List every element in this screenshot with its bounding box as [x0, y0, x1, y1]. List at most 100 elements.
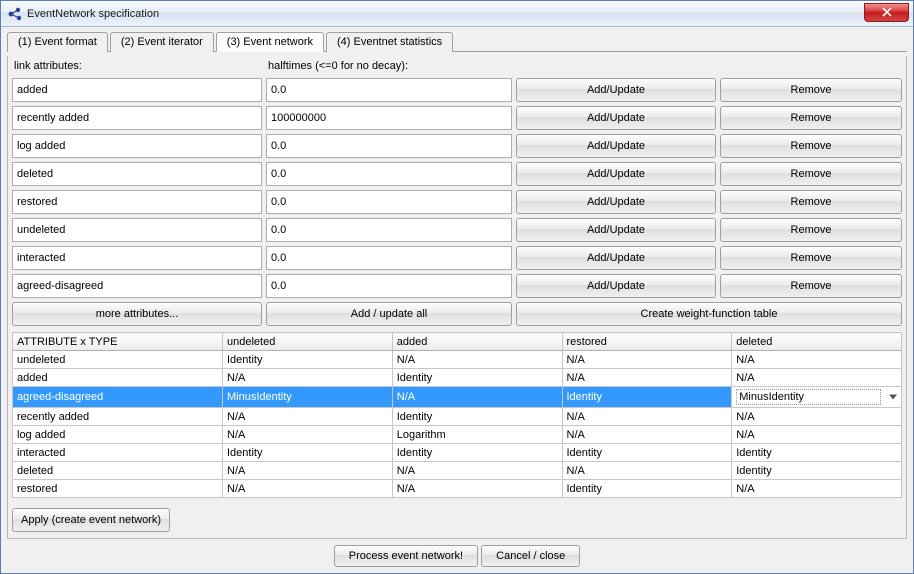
remove-button[interactable]: Remove [720, 190, 902, 214]
table-cell[interactable]: N/A [392, 351, 562, 369]
table-cell[interactable]: Identity [392, 444, 562, 462]
attribute-name-cell: deleted [12, 162, 262, 186]
remove-button[interactable]: Remove [720, 246, 902, 270]
halftime-input[interactable] [266, 218, 512, 242]
table-cell[interactable]: Identity [732, 444, 902, 462]
add-update-button[interactable]: Add/Update [516, 190, 716, 214]
table-row[interactable]: undeletedIdentityN/AN/AN/A [13, 351, 902, 369]
halftime-input[interactable] [266, 106, 512, 130]
table-cell[interactable]: N/A [562, 408, 732, 426]
table-cell[interactable]: N/A [223, 426, 393, 444]
table-cell[interactable]: N/A [223, 462, 393, 480]
attribute-row: deleted Add/UpdateRemove [12, 162, 902, 186]
halftime-input[interactable] [266, 246, 512, 270]
table-cell[interactable]: N/A [732, 369, 902, 387]
attribute-row: interacted Add/UpdateRemove [12, 246, 902, 270]
remove-button[interactable]: Remove [720, 106, 902, 130]
table-cell[interactable]: N/A [732, 351, 902, 369]
table-row-header[interactable]: log added [13, 426, 223, 444]
remove-button[interactable]: Remove [720, 218, 902, 242]
table-cell[interactable]: N/A [562, 426, 732, 444]
table-cell[interactable]: N/A [562, 369, 732, 387]
table-cell[interactable]: Identity [562, 480, 732, 498]
table-row[interactable]: agreed-disagreedMinusIdentityN/AIdentity… [13, 387, 902, 408]
add-update-button[interactable]: Add/Update [516, 246, 716, 270]
table-cell[interactable]: MinusIdentity [223, 387, 393, 408]
table-cell[interactable]: N/A [392, 387, 562, 408]
tab-event-network[interactable]: (3) Event network [216, 32, 324, 52]
table-cell[interactable]: N/A [392, 480, 562, 498]
close-icon [882, 6, 892, 20]
tab-event-format[interactable]: (1) Event format [7, 32, 108, 52]
table-col-header[interactable]: added [392, 333, 562, 351]
table-row[interactable]: interactedIdentityIdentityIdentityIdenti… [13, 444, 902, 462]
close-button[interactable] [864, 3, 909, 22]
dialog-footer: Process event network! Cancel / close [7, 545, 907, 567]
add-update-button[interactable]: Add/Update [516, 218, 716, 242]
tab-eventnet-statistics[interactable]: (4) Eventnet statistics [326, 32, 453, 52]
attribute-row: recently addedAdd/UpdateRemove [12, 106, 902, 130]
table-cell[interactable]: Identity [223, 444, 393, 462]
table-row[interactable]: restoredN/AN/AIdentityN/A [13, 480, 902, 498]
remove-button[interactable]: Remove [720, 162, 902, 186]
remove-button[interactable]: Remove [720, 274, 902, 298]
add-update-button[interactable]: Add/Update [516, 134, 716, 158]
halftime-input[interactable] [266, 162, 512, 186]
halftime-input[interactable] [266, 274, 512, 298]
table-row[interactable]: log addedN/ALogarithmN/AN/A [13, 426, 902, 444]
halftime-input[interactable] [266, 78, 512, 102]
table-row-header[interactable]: added [13, 369, 223, 387]
table-cell[interactable]: N/A [562, 462, 732, 480]
apply-button[interactable]: Apply (create event network) [12, 508, 170, 532]
table-cell[interactable]: N/A [562, 351, 732, 369]
table-row[interactable]: addedN/AIdentityN/AN/A [13, 369, 902, 387]
table-row[interactable]: recently addedN/AIdentityN/AN/A [13, 408, 902, 426]
process-button[interactable]: Process event network! [334, 545, 478, 567]
halftime-input[interactable] [266, 190, 512, 214]
weight-function-table[interactable]: ATTRIBUTE x TYPE undeleted added restore… [12, 332, 902, 498]
table-cell[interactable]: Identity [223, 351, 393, 369]
create-weight-table-button[interactable]: Create weight-function table [516, 302, 902, 326]
table-cell[interactable]: N/A [732, 408, 902, 426]
table-row[interactable]: deletedN/AN/AN/AIdentity [13, 462, 902, 480]
table-corner-header[interactable]: ATTRIBUTE x TYPE [13, 333, 223, 351]
table-cell[interactable]: N/A [392, 462, 562, 480]
weight-function-combo[interactable]: MinusIdentity [732, 387, 902, 408]
cancel-button[interactable]: Cancel / close [481, 545, 580, 567]
table-col-header[interactable]: undeleted [223, 333, 393, 351]
table-row-header[interactable]: restored [13, 480, 223, 498]
attribute-name-cell: interacted [12, 246, 262, 270]
table-row-header[interactable]: recently added [13, 408, 223, 426]
more-attributes-button[interactable]: more attributes... [12, 302, 262, 326]
table-col-header[interactable]: restored [562, 333, 732, 351]
table-row-header[interactable]: agreed-disagreed [13, 387, 223, 408]
halftime-input[interactable] [266, 134, 512, 158]
table-col-header[interactable]: deleted [732, 333, 902, 351]
tab-event-iterator[interactable]: (2) Event iterator [110, 32, 214, 52]
table-cell[interactable]: N/A [732, 426, 902, 444]
table-row-header[interactable]: undeleted [13, 351, 223, 369]
remove-button[interactable]: Remove [720, 134, 902, 158]
table-cell[interactable]: Identity [562, 444, 732, 462]
table-row-header[interactable]: interacted [13, 444, 223, 462]
attribute-row: undeletedAdd/UpdateRemove [12, 218, 902, 242]
table-cell[interactable]: Identity [732, 462, 902, 480]
attribute-row: agreed-disagreedAdd/UpdateRemove [12, 274, 902, 298]
add-update-button[interactable]: Add/Update [516, 106, 716, 130]
table-cell[interactable]: N/A [223, 408, 393, 426]
table-cell[interactable]: N/A [732, 480, 902, 498]
add-update-button[interactable]: Add/Update [516, 162, 716, 186]
table-cell[interactable]: Identity [562, 387, 732, 408]
table-cell[interactable]: N/A [223, 480, 393, 498]
add-update-button[interactable]: Add/Update [516, 78, 716, 102]
attribute-name-cell: restored [12, 190, 262, 214]
table-cell[interactable]: Logarithm [392, 426, 562, 444]
add-update-all-button[interactable]: Add / update all [266, 302, 512, 326]
table-cell[interactable]: N/A [223, 369, 393, 387]
titlebar[interactable]: EventNetwork specification [1, 1, 913, 27]
table-cell[interactable]: Identity [392, 408, 562, 426]
add-update-button[interactable]: Add/Update [516, 274, 716, 298]
remove-button[interactable]: Remove [720, 78, 902, 102]
table-cell[interactable]: Identity [392, 369, 562, 387]
table-row-header[interactable]: deleted [13, 462, 223, 480]
